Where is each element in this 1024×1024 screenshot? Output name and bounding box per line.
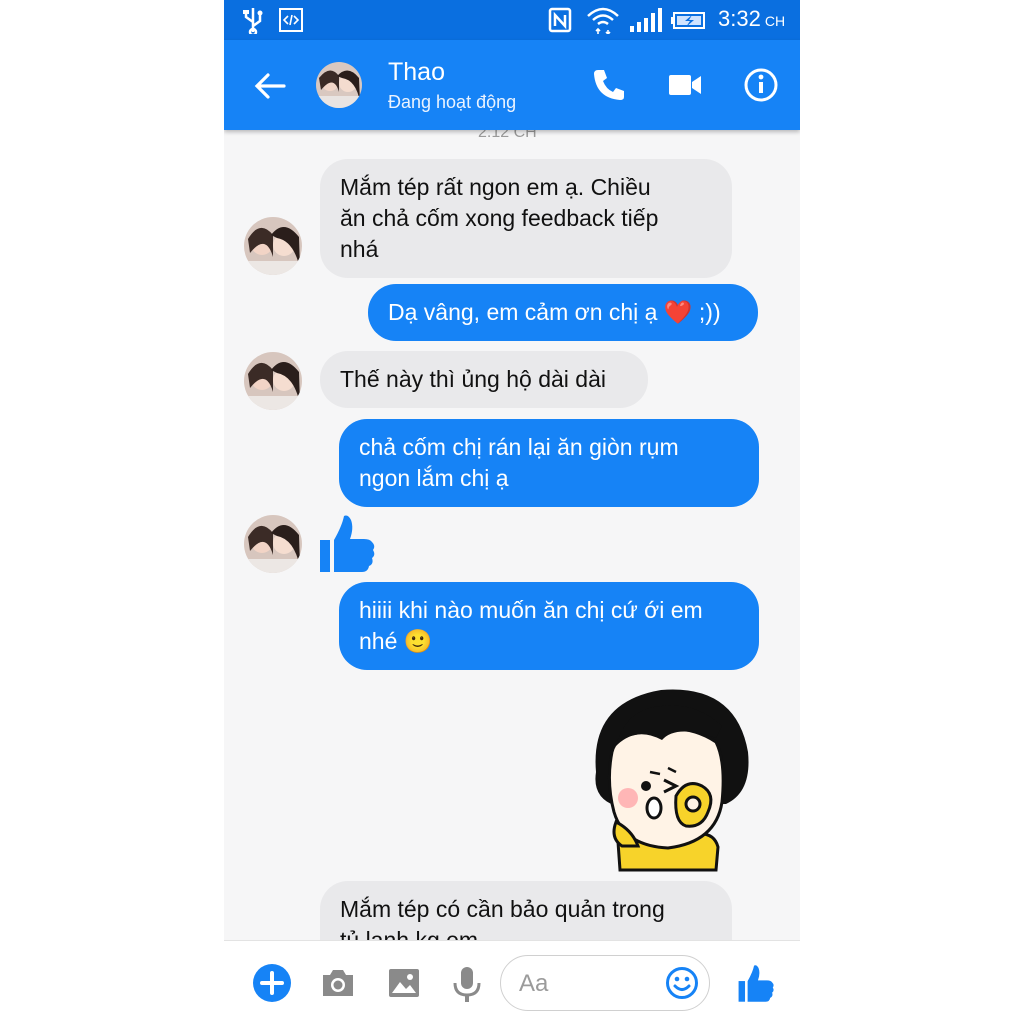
clock-time: 3:32	[718, 6, 761, 31]
message-bubble[interactable]: hiiii khi nào muốn ăn chị cứ ới em nhé 🙂	[339, 582, 759, 670]
messenger-screen: 3:32 CH Thao Đang hoạt động 2:12 CH Mắm …	[224, 0, 800, 1024]
plus-icon[interactable]	[252, 963, 292, 1003]
usb-icon	[243, 8, 263, 34]
microphone-icon[interactable]	[450, 965, 484, 1003]
contact-avatar[interactable]	[316, 62, 362, 108]
back-arrow-icon[interactable]	[250, 66, 290, 106]
message-line: chả cốm chị rán lại ăn giòn rụm	[359, 434, 679, 460]
status-bar: 3:32 CH	[224, 0, 800, 40]
message-line: nhé 🙂	[359, 628, 433, 654]
phone-icon[interactable]	[588, 64, 630, 106]
message-line: Dạ vâng, em cảm ơn chị ạ ❤️ ;))	[388, 299, 721, 325]
message-line: ăn chả cốm xong feedback tiếp	[340, 205, 659, 231]
clock: 3:32 CH	[718, 6, 785, 32]
code-icon	[279, 8, 303, 32]
wifi-icon	[587, 7, 619, 34]
message-input-placeholder: Aa	[519, 970, 549, 997]
clock-suffix: CH	[764, 13, 786, 29]
message-line: ngon lắm chị ạ	[359, 465, 509, 491]
battery-charging-icon	[671, 12, 705, 29]
contact-avatar[interactable]	[244, 217, 302, 275]
info-icon[interactable]	[740, 64, 782, 106]
thumbs-up-icon[interactable]	[318, 512, 376, 574]
contact-name[interactable]: Thao	[388, 58, 445, 87]
nfc-icon	[548, 7, 572, 33]
emoji-icon[interactable]	[665, 966, 699, 1000]
message-bubble[interactable]: Dạ vâng, em cảm ơn chị ạ ❤️ ;))	[368, 284, 758, 341]
signal-icon	[630, 8, 662, 32]
message-line: hiiii khi nào muốn ăn chị cứ ới em	[359, 597, 703, 623]
message-line: nhá	[340, 236, 379, 262]
message-line: Mắm tép có cần bảo quản trong	[340, 896, 665, 922]
contact-avatar[interactable]	[244, 515, 302, 573]
message-bubble[interactable]: Mắm tép rất ngon em ạ. Chiều ăn chả cốm …	[320, 159, 732, 278]
conversation-header: Thao Đang hoạt động	[224, 40, 800, 130]
message-line: Thế này thì ủng hộ dài dài	[340, 366, 606, 392]
contact-avatar[interactable]	[244, 352, 302, 410]
active-status: Đang hoạt động	[388, 92, 517, 112]
camera-icon[interactable]	[320, 965, 356, 1001]
thumbs-up-icon[interactable]	[736, 963, 776, 1003]
message-composer: Aa	[224, 940, 800, 1024]
image-icon[interactable]	[386, 965, 422, 1001]
message-input[interactable]: Aa	[500, 955, 710, 1011]
message-bubble[interactable]: chả cốm chị rán lại ăn giòn rụm ngon lắm…	[339, 419, 759, 507]
message-bubble[interactable]: Thế này thì ủng hộ dài dài	[320, 351, 648, 408]
video-camera-icon[interactable]	[664, 64, 706, 106]
message-line: Mắm tép rất ngon em ạ. Chiều	[340, 174, 651, 200]
girl-ok-sticker[interactable]	[576, 682, 758, 872]
